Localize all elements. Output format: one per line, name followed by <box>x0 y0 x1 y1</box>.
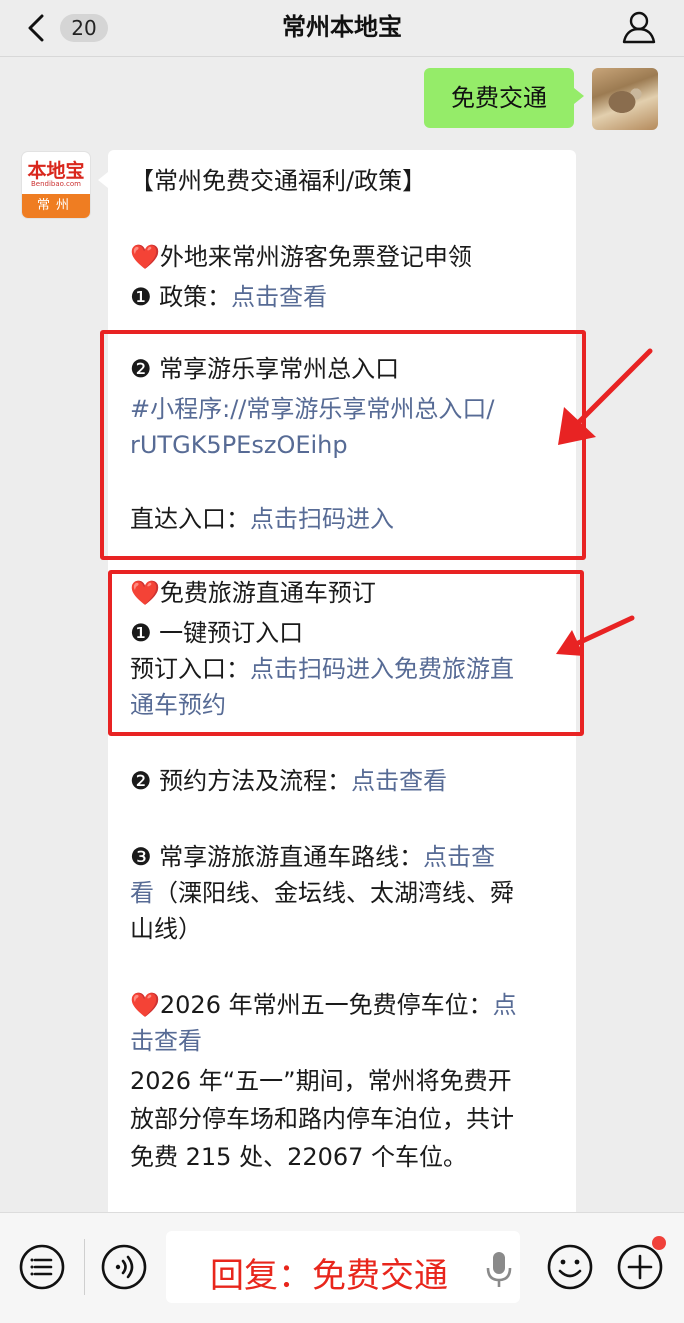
bus-routes-link-cont[interactable]: 看 <box>130 879 154 907</box>
profile-icon[interactable] <box>620 8 658 46</box>
booking-link[interactable]: 点击扫码进入免费旅游直 <box>250 655 514 683</box>
parking-desc-2: 放部分停车场和路内停车泊位，共计 <box>130 1105 514 1133</box>
arrow-icon <box>558 348 653 445</box>
reply-instruction-overlay: 回复：免费交通 <box>210 1256 448 1296</box>
direct-entrance-line: 直达入口：点击扫码进入 <box>130 505 394 533</box>
add-plus-icon[interactable] <box>616 1243 664 1291</box>
miniprogram-link-cont[interactable]: rUTGK5PEszOEihp <box>130 426 348 464</box>
scan-enter-link[interactable]: 点击扫码进入 <box>250 505 394 533</box>
booking-link-cont[interactable]: 通车预约 <box>130 686 226 724</box>
emoji-icon[interactable] <box>546 1243 594 1291</box>
bus-routes-link[interactable]: 点击查 <box>423 843 495 871</box>
parking-desc-1: 2026 年“五一”期间，常州将免费开 <box>130 1067 512 1095</box>
arrow-icon <box>556 615 635 656</box>
account-avatar[interactable]: 本地宝 Bendibao.com 常州 <box>22 152 90 218</box>
voice-wave-icon[interactable] <box>100 1243 148 1291</box>
menu-list-icon[interactable] <box>18 1243 66 1291</box>
avatar-logo-domain: Bendibao.com <box>30 180 81 188</box>
booking-method-line: ❷ 预约方法及流程：点击查看 <box>130 767 448 795</box>
booking-method-link[interactable]: 点击查看 <box>351 767 447 795</box>
outgoing-message-bubble[interactable]: 免费交通 <box>424 68 584 128</box>
section-free-parking: ❤️2026 年常州五一免费停车位：点 <box>130 991 517 1019</box>
policy-link[interactable]: 点击查看 <box>231 283 327 311</box>
user-avatar[interactable] <box>592 68 658 130</box>
microphone-icon[interactable] <box>484 1249 514 1289</box>
section-free-bus: ❤️免费旅游直通车预订 <box>130 579 376 607</box>
booking-entrance-line: 预订入口：点击扫码进入免费旅游直 <box>130 655 514 683</box>
notification-dot <box>652 1236 666 1250</box>
parking-desc-3: 免费 215 处、22067 个车位。 <box>130 1143 468 1171</box>
section-tourist-free-ticket: ❤️外地来常州游客免票登记申领 <box>130 243 472 271</box>
bus-routes-line-3: 山线） <box>130 915 202 943</box>
avatar-logo-text: 本地宝 <box>27 160 85 182</box>
top-bar: 20 常州本地宝 <box>0 0 684 57</box>
policy-line: ❶ 政策：点击查看 <box>130 283 328 311</box>
one-click-booking-line: ❶ 一键预订入口 <box>130 619 304 647</box>
chat-title: 常州本地宝 <box>282 13 402 41</box>
parking-link-cont[interactable]: 击查看 <box>130 1022 202 1060</box>
message-heading: 【常州免费交通福利/政策】 <box>130 167 427 195</box>
divider <box>84 1239 85 1295</box>
miniprogram-link[interactable]: #小程序://常享游乐享常州总入口/ <box>130 390 494 428</box>
bus-routes-line-2: 看（溧阳线、金坛线、太湖湾线、舜 <box>130 879 514 907</box>
entrance-heading: ❷ 常享游乐享常州总入口 <box>130 355 400 383</box>
bus-routes-line: ❸ 常享游旅游直通车路线：点击查 <box>130 843 496 871</box>
incoming-message-bubble: 【常州免费交通福利/政策】 ❤️外地来常州游客免票登记申领 ❶ 政策：点击查看 … <box>98 150 576 1230</box>
heart-icon: ❤️ <box>130 991 160 1019</box>
parking-link[interactable]: 点 <box>493 991 517 1019</box>
heart-icon: ❤️ <box>130 579 160 607</box>
avatar-logo-city: 常州 <box>22 194 90 218</box>
heart-icon: ❤️ <box>130 243 160 271</box>
